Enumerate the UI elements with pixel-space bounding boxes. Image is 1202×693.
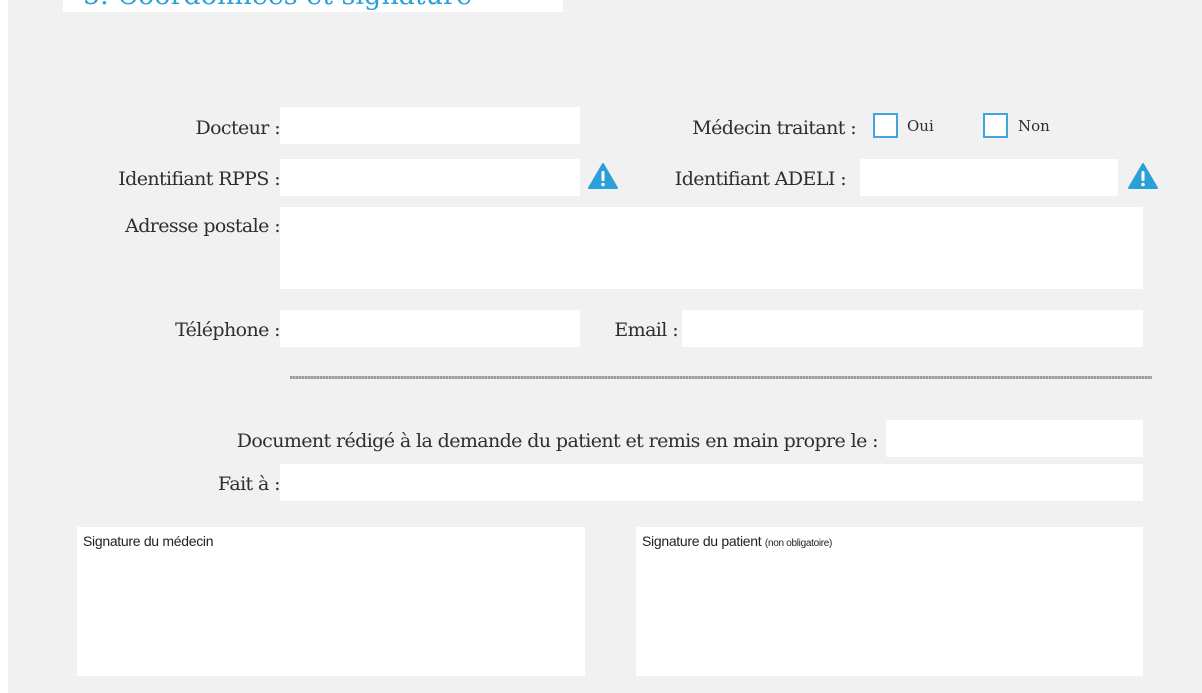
adeli-label: Identifiant ADELI : — [674, 168, 847, 190]
section-title-tab: 5. Coordonnées et signature — [63, 0, 563, 12]
telephone-label: Téléphone : — [175, 319, 281, 341]
non-checkbox[interactable] — [983, 113, 1008, 138]
fait-a-field[interactable] — [280, 464, 1143, 501]
medecin-traitant-label: Médecin traitant : — [692, 117, 856, 139]
form-panel: 5. Coordonnées et signature Docteur : Mé… — [8, 0, 1202, 693]
rpps-label: Identifiant RPPS : — [118, 168, 280, 190]
signature-patient-label: Signature du patient (non obligatoire) — [642, 533, 832, 549]
docteur-field[interactable] — [280, 107, 580, 144]
signature-medecin-text: Signature du médecin — [83, 533, 214, 549]
email-label: Email : — [614, 319, 678, 341]
signature-medecin-label: Signature du médecin — [83, 533, 214, 549]
docteur-label: Docteur : — [195, 117, 280, 139]
document-label: Document rédigé à la demande du patient … — [236, 430, 879, 452]
section-title: 5. Coordonnées et signature — [83, 0, 472, 12]
adresse-label: Adresse postale : — [125, 215, 280, 237]
form-page: 5. Coordonnées et signature Docteur : Mé… — [0, 0, 1202, 693]
signature-patient-note: (non obligatoire) — [764, 538, 833, 549]
warning-triangle-icon — [1128, 163, 1158, 189]
signature-patient-text: Signature du patient — [642, 533, 762, 549]
telephone-field[interactable] — [280, 310, 580, 347]
email-field[interactable] — [682, 310, 1143, 347]
oui-checkbox[interactable] — [873, 113, 898, 138]
fait-a-label: Fait à : — [218, 473, 281, 495]
rpps-field[interactable] — [280, 159, 580, 196]
section-divider — [290, 376, 1152, 379]
non-label: Non — [1018, 117, 1050, 135]
adresse-field[interactable] — [280, 207, 1143, 289]
warning-triangle-icon — [588, 163, 618, 189]
date-remise-field[interactable] — [886, 420, 1143, 457]
oui-label: Oui — [907, 117, 934, 135]
signature-patient-box[interactable]: Signature du patient (non obligatoire) — [636, 527, 1143, 676]
adeli-field[interactable] — [860, 159, 1118, 196]
signature-medecin-box[interactable]: Signature du médecin — [77, 527, 585, 676]
